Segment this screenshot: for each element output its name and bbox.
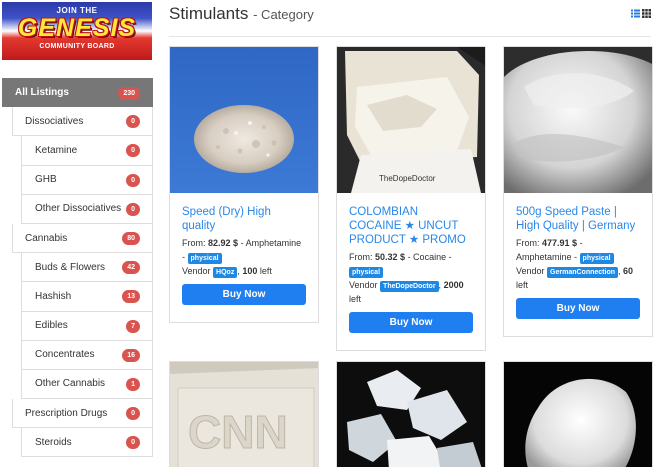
buy-now-button[interactable]: Buy Now: [516, 298, 640, 319]
count-badge: 13: [122, 290, 140, 304]
vendor-link[interactable]: HQoz: [213, 267, 238, 278]
listing-image[interactable]: CNN: [170, 362, 318, 467]
listing-image[interactable]: [504, 362, 652, 467]
sidebar-item-label: Buds & Flowers: [35, 261, 106, 273]
count-badge: 0: [126, 115, 140, 129]
from-label: From:: [182, 238, 206, 248]
sidebar-item-ghb[interactable]: GHB 0: [21, 165, 153, 195]
sidebar-item-label: Dissociatives: [25, 115, 84, 127]
listing-details: From: 82.92 $ - Amphetamine - physical V…: [182, 238, 302, 278]
count-badge: 0: [126, 407, 140, 421]
view-toggle: [631, 5, 651, 18]
list-view-icon[interactable]: [631, 5, 640, 18]
count-badge: 1: [126, 377, 140, 391]
sidebar-item-steroids[interactable]: Steroids 0: [21, 428, 153, 458]
listing-title[interactable]: 500g Speed Paste | High Quality | German…: [516, 205, 640, 233]
listing-price: 477.91 $: [542, 238, 578, 248]
banner-line3: COMMUNITY BOARD: [39, 43, 115, 50]
stock-count: 60: [623, 266, 634, 276]
brick-stamp: CNN: [188, 406, 288, 458]
listing-image[interactable]: [337, 362, 485, 467]
sidebar-item-label: Edibles: [35, 320, 68, 332]
banner-logo-text: GENESIS: [17, 14, 137, 42]
count-badge: 80: [122, 231, 140, 245]
physical-tag: physical: [579, 253, 614, 264]
vendor-link[interactable]: GermanConnection: [547, 267, 618, 278]
header-divider: [169, 36, 651, 37]
grid-view-icon[interactable]: [642, 5, 651, 18]
stock-suffix: left: [516, 280, 529, 290]
count-badge: 7: [126, 319, 140, 333]
listing-image[interactable]: [504, 47, 652, 193]
sidebar-item-edibles[interactable]: Edibles 7: [21, 311, 153, 341]
stock-suffix: left: [259, 266, 272, 276]
sidebar-item-other-dissociatives[interactable]: Other Dissociatives 0: [21, 194, 153, 224]
sidebar-item-hashish[interactable]: Hashish 13: [21, 282, 153, 312]
sidebar-item-ketamine[interactable]: Ketamine 0: [21, 136, 153, 166]
listing-card: CNN: [169, 361, 319, 467]
sidebar-item-label: Concentrates: [35, 349, 95, 361]
page-title: Stimulants - Category: [169, 4, 314, 24]
page-title-text: Stimulants: [169, 4, 249, 23]
stock-suffix: left: [349, 294, 362, 304]
sidebar-item-buds-flowers[interactable]: Buds & Flowers 42: [21, 253, 153, 283]
count-badge: 16: [122, 348, 140, 362]
from-label: From:: [516, 238, 540, 248]
listing-card: Speed (Dry) High quality From: 82.92 $ -…: [169, 46, 319, 323]
from-label: From:: [349, 252, 373, 262]
sidebar-item-label: Other Dissociatives: [35, 203, 122, 215]
buy-now-button[interactable]: Buy Now: [349, 312, 473, 333]
vendor-label: Vendor: [182, 266, 211, 276]
vendor-label: Vendor: [349, 280, 378, 290]
vendor-label: Vendor: [516, 266, 545, 276]
sidebar-item-prescription-drugs[interactable]: Prescription Drugs 0: [12, 399, 153, 429]
listing-price: 50.32 $: [375, 252, 406, 262]
listing-card: 500g Speed Paste | High Quality | German…: [503, 46, 653, 337]
listing-category: - Cocaine -: [407, 252, 452, 262]
listing-details: From: 50.32 $ - Cocaine - physical Vendo…: [349, 252, 464, 304]
sidebar-item-label: All Listings: [15, 87, 69, 99]
sidebar-item-label: GHB: [35, 174, 57, 186]
buy-now-button[interactable]: Buy Now: [182, 284, 306, 305]
count-badge: 42: [122, 261, 140, 275]
listing-card: [503, 361, 653, 467]
sidebar-item-other-cannabis[interactable]: Other Cannabis 1: [21, 369, 153, 400]
listing-image[interactable]: [170, 47, 318, 193]
count-badge: 0: [126, 436, 140, 450]
count-badge: 0: [126, 144, 140, 158]
sidebar-item-label: Hashish: [35, 290, 72, 302]
sidebar-item-label: Steroids: [35, 436, 72, 448]
listing-card: [336, 361, 486, 467]
sidebar-item-label: Cannabis: [25, 232, 68, 244]
listing-price: 82.92 $: [208, 238, 239, 248]
community-banner[interactable]: JOIN THE GENESIS COMMUNITY BOARD: [2, 2, 152, 60]
sidebar-item-label: Other Cannabis: [35, 378, 106, 390]
sidebar-item-label: Ketamine: [35, 144, 78, 156]
sidebar-item-dissociatives[interactable]: Dissociatives 0: [12, 107, 153, 137]
stock-count: 100: [242, 266, 258, 276]
category-sidebar: All Listings 230 Dissociatives 0 Ketamine 0 GH…: [2, 78, 153, 458]
count-badge: 0: [126, 173, 140, 187]
count-badge: 0: [126, 202, 140, 216]
image-caption: TheDopeDoctor: [379, 174, 436, 183]
sidebar-item-label: Prescription Drugs: [25, 407, 108, 419]
sidebar-item-concentrates[interactable]: Concentrates 16: [21, 340, 153, 370]
vendor-link[interactable]: TheDopeDoctor: [380, 281, 439, 292]
count-badge: 230: [118, 87, 140, 100]
listing-image[interactable]: TheDopeDoctor: [337, 47, 485, 193]
listing-title[interactable]: Speed (Dry) High quality: [182, 205, 306, 233]
physical-tag: physical: [349, 267, 384, 278]
stock-count: 2000: [443, 280, 464, 290]
listing-card: TheDopeDoctor COLOMBIAN COCAINE ★ UNCUT …: [336, 46, 486, 351]
listing-title[interactable]: COLOMBIAN COCAINE ★ UNCUT PRODUCT ★ PROM…: [349, 205, 473, 247]
listing-details: From: 477.91 $ - Amphetamine - physical …: [516, 238, 634, 290]
sidebar-item-all-listings[interactable]: All Listings 230: [2, 78, 153, 108]
sidebar-item-cannabis[interactable]: Cannabis 80: [12, 223, 153, 254]
physical-tag: physical: [187, 253, 222, 264]
page-subtitle: - Category: [253, 7, 314, 22]
